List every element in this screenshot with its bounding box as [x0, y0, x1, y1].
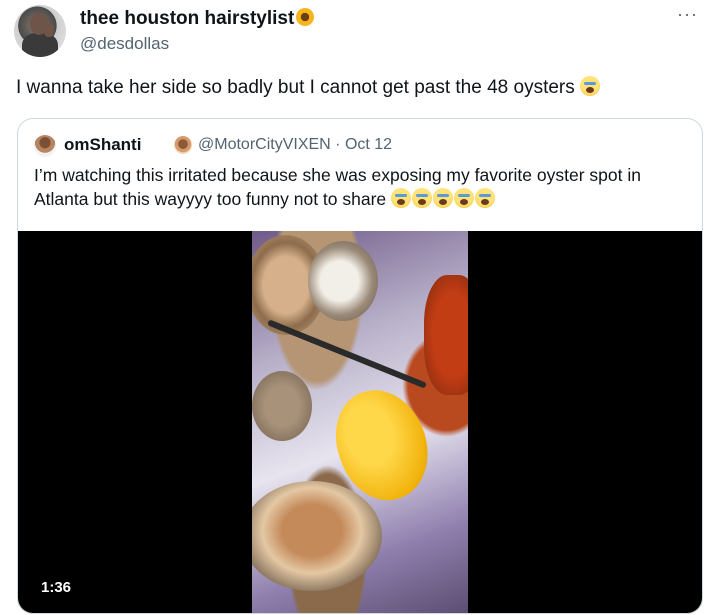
oyster-shell	[308, 241, 378, 321]
sauce-cup	[424, 275, 468, 395]
meta-separator: ·	[330, 136, 345, 153]
quoted-author-avatar[interactable]	[34, 135, 56, 157]
author-name[interactable]: thee houston hairstylist	[80, 8, 294, 29]
sunflower-icon	[296, 8, 315, 26]
video-player[interactable]: 1:36	[18, 231, 702, 613]
quoted-author-name[interactable]: omShanti	[64, 135, 141, 155]
tweet-text: I wanna take her side so badly but I can…	[16, 76, 601, 99]
video-frame[interactable]	[252, 231, 468, 613]
oyster-shell	[252, 481, 382, 591]
more-options-icon[interactable]: ···	[677, 4, 698, 25]
loudly-crying-face-icon	[580, 76, 601, 96]
video-timecode: 1:36	[34, 576, 79, 599]
woman-emoji-icon	[174, 136, 192, 154]
loudly-crying-face-icon	[391, 188, 412, 208]
loudly-crying-face-icon	[412, 188, 433, 208]
loudly-crying-face-icon	[454, 188, 475, 208]
author-avatar[interactable]	[14, 5, 66, 57]
quoted-text: I’m watching this irritated because she …	[34, 163, 694, 211]
oyster-shell	[252, 371, 312, 441]
quoted-date[interactable]: Oct 12	[345, 136, 392, 153]
author-name-row[interactable]: thee houston hairstylist	[80, 8, 315, 30]
loudly-crying-face-icon	[433, 188, 454, 208]
quoted-tweet[interactable]: omShanti @MotorCityVIXEN · Oct 12 I’m wa…	[17, 118, 703, 614]
quoted-text-content: I’m watching this irritated because she …	[34, 165, 641, 209]
tweet-text-content: I wanna take her side so badly but I can…	[16, 77, 575, 98]
quoted-author-handle[interactable]: @MotorCityVIXEN	[198, 136, 331, 153]
author-handle[interactable]: @desdollas	[80, 34, 169, 54]
quoted-meta: @MotorCityVIXEN · Oct 12	[198, 136, 392, 154]
loudly-crying-face-icon	[475, 188, 496, 208]
